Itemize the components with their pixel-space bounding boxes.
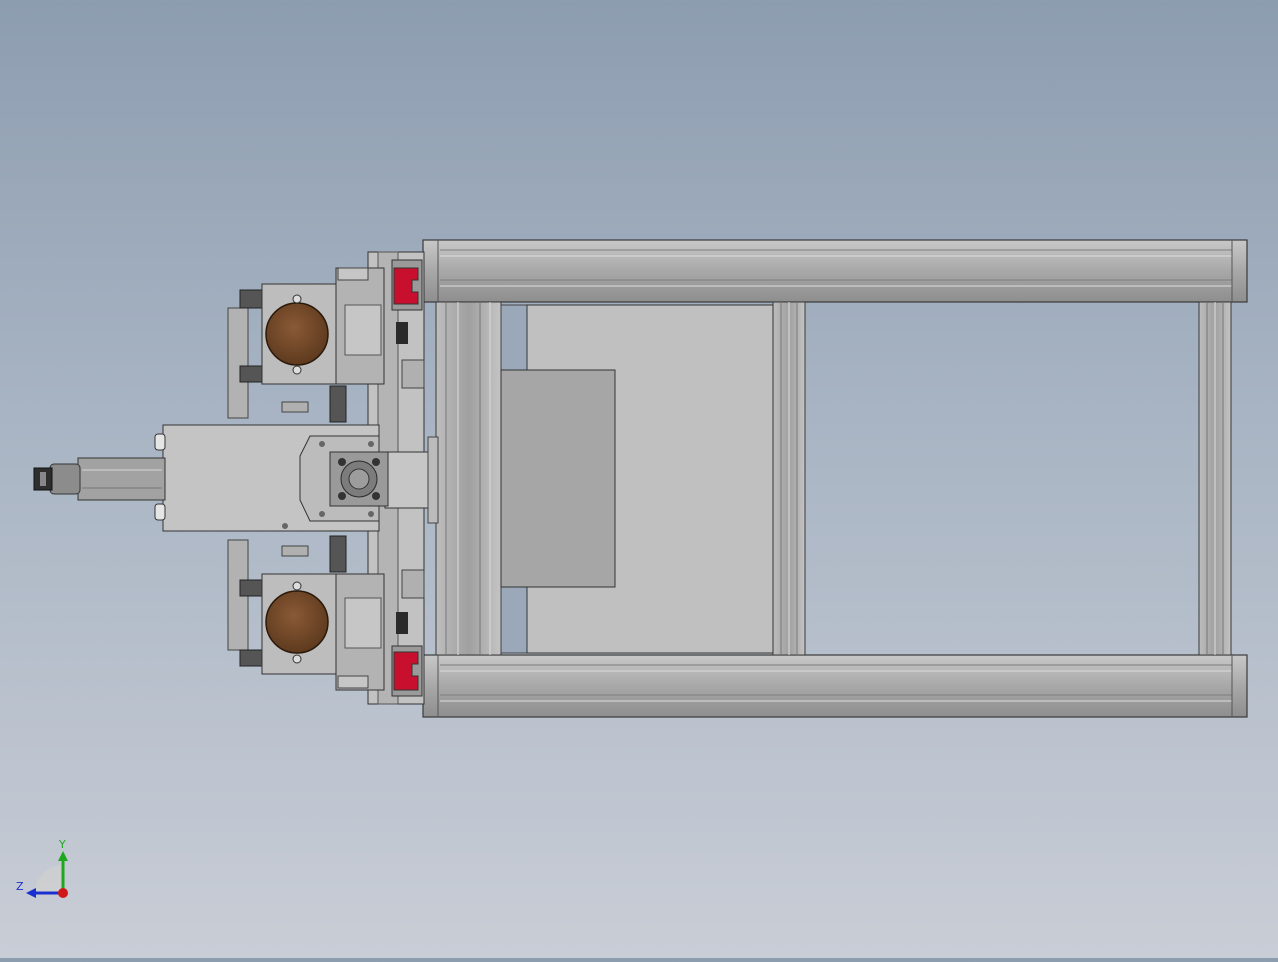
frame-bottom-rail[interactable] bbox=[422, 654, 1248, 718]
piston-rod[interactable] bbox=[77, 457, 166, 501]
triad-z-label: Z bbox=[16, 880, 24, 893]
red-bracket-top[interactable] bbox=[391, 259, 423, 311]
cad-viewport[interactable]: Y Z bbox=[0, 0, 1278, 958]
cylinder-assembly[interactable] bbox=[33, 424, 389, 532]
red-bracket-bottom[interactable] bbox=[391, 645, 423, 697]
model-drawing bbox=[33, 239, 1248, 718]
roller-module-top[interactable] bbox=[227, 267, 385, 423]
roller-module-bottom[interactable] bbox=[227, 535, 385, 691]
triad-y-label: Y bbox=[59, 838, 66, 851]
frame-top-rail[interactable] bbox=[422, 239, 1248, 303]
mount-plate[interactable] bbox=[500, 369, 616, 588]
carriage-plates[interactable] bbox=[500, 304, 774, 654]
triad-quarter-arc bbox=[35, 865, 63, 893]
triad-origin bbox=[58, 888, 68, 898]
coordinate-triad[interactable] bbox=[10, 835, 90, 915]
brown-roller-top[interactable] bbox=[265, 302, 329, 366]
brown-roller-bottom[interactable] bbox=[265, 590, 329, 654]
